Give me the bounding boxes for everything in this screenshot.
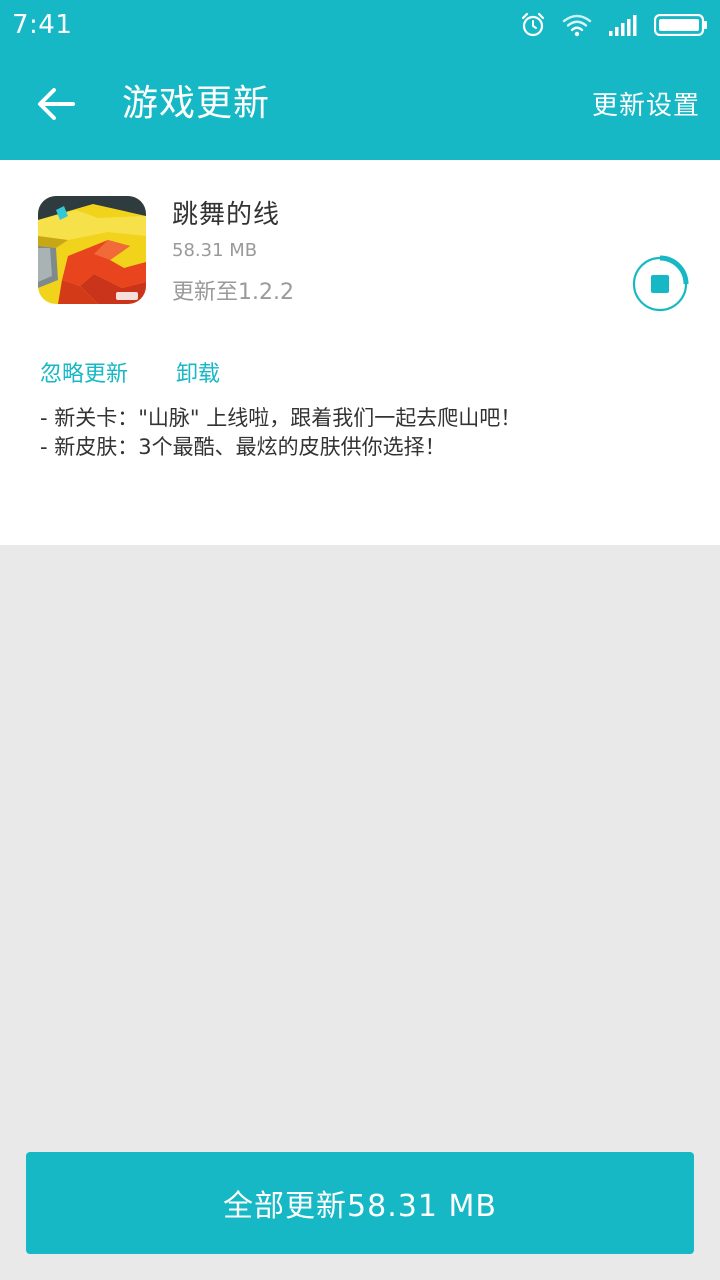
- alarm-icon: [520, 12, 546, 38]
- status-time: 7:41: [12, 10, 73, 40]
- app-bar: 游戏更新 更新设置: [0, 52, 720, 160]
- release-note-line: - 新关卡："山脉" 上线啦，跟着我们一起去爬山吧！: [40, 406, 522, 430]
- app-name: 跳舞的线: [172, 200, 281, 230]
- update-item-card: 跳舞的线 58.31 MB 更新至1.2.2 忽略更新 卸载 - 新关卡："山脉…: [0, 160, 720, 545]
- ignore-update-button[interactable]: 忽略更新: [40, 356, 128, 388]
- page-title: 游戏更新: [122, 83, 271, 124]
- back-button[interactable]: [26, 76, 86, 136]
- arrow-left-icon: [37, 87, 75, 125]
- update-settings-button[interactable]: 更新设置: [592, 86, 700, 126]
- status-icons: [520, 10, 708, 40]
- wifi-icon: [562, 13, 592, 37]
- release-notes: - 新关卡："山脉" 上线啦，跟着我们一起去爬山吧！ - 新皮肤：3个最酷、最炫…: [40, 404, 680, 462]
- release-note-line: - 新皮肤：3个最酷、最炫的皮肤供你选择！: [40, 435, 446, 459]
- update-version: 更新至1.2.2: [172, 280, 294, 305]
- download-pause-button[interactable]: [630, 254, 690, 314]
- app-icon[interactable]: [38, 196, 146, 304]
- app-size: 58.31 MB: [172, 240, 258, 261]
- battery-icon: [654, 14, 708, 36]
- signal-icon: [608, 13, 638, 37]
- status-bar: 7:41: [0, 0, 720, 52]
- uninstall-button[interactable]: 卸载: [176, 356, 220, 388]
- update-all-button[interactable]: 全部更新58.31 MB: [26, 1152, 694, 1254]
- download-pause-icon: [631, 255, 689, 313]
